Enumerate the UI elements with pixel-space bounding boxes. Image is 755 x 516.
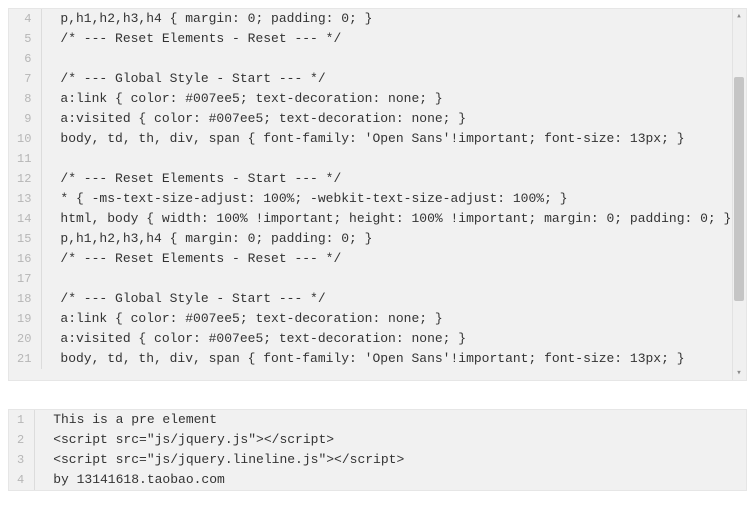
- line-number: 11: [9, 149, 41, 169]
- code-line[interactable]: /* --- Global Style - Start --- */: [42, 69, 746, 89]
- code-line[interactable]: html, body { width: 100% !important; hei…: [42, 209, 746, 229]
- scroll-up-arrow[interactable]: ▴: [732, 9, 746, 23]
- line-number: 2: [9, 430, 34, 450]
- code-line[interactable]: /* --- Global Style - Start --- */: [42, 289, 746, 309]
- code-line[interactable]: <script src="js/jquery.lineline.js"></sc…: [35, 450, 746, 470]
- code-lines[interactable]: p,h1,h2,h3,h4 { margin: 0; padding: 0; }…: [42, 9, 746, 369]
- line-number: 5: [9, 29, 41, 49]
- code-line[interactable]: * { -ms-text-size-adjust: 100%; -webkit-…: [42, 189, 746, 209]
- code-line[interactable]: body, td, th, div, span { font-family: '…: [42, 349, 746, 369]
- code-line[interactable]: a:link { color: #007ee5; text-decoration…: [42, 89, 746, 109]
- line-number: 20: [9, 329, 41, 349]
- line-number: 7: [9, 69, 41, 89]
- code-line[interactable]: This is a pre element: [35, 410, 746, 430]
- scroll-down-arrow[interactable]: ▾: [732, 366, 746, 380]
- line-number: 6: [9, 49, 41, 69]
- code-line[interactable]: [42, 49, 746, 69]
- code-line[interactable]: /* --- Reset Elements - Start --- */: [42, 169, 746, 189]
- code-line[interactable]: body, td, th, div, span { font-family: '…: [42, 129, 746, 149]
- code-line[interactable]: <script src="js/jquery.js"></script>: [35, 430, 746, 450]
- code-line[interactable]: /* --- Reset Elements - Reset --- */: [42, 29, 746, 49]
- line-number: 10: [9, 129, 41, 149]
- code-block-pre: 1234 This is a pre element<script src="j…: [8, 409, 747, 491]
- code-lines[interactable]: This is a pre element<script src="js/jqu…: [35, 410, 746, 490]
- code-content: 1234 This is a pre element<script src="j…: [9, 410, 746, 490]
- code-line[interactable]: p,h1,h2,h3,h4 { margin: 0; padding: 0; }: [42, 229, 746, 249]
- code-line[interactable]: p,h1,h2,h3,h4 { margin: 0; padding: 0; }: [42, 9, 746, 29]
- code-content: 456789101112131415161718192021 p,h1,h2,h…: [9, 9, 746, 369]
- line-number: 3: [9, 450, 34, 470]
- line-number: 9: [9, 109, 41, 129]
- line-number: 19: [9, 309, 41, 329]
- line-number: 13: [9, 189, 41, 209]
- line-number: 12: [9, 169, 41, 189]
- scrollbar-thumb[interactable]: [734, 77, 744, 301]
- line-number: 14: [9, 209, 41, 229]
- line-number: 21: [9, 349, 41, 369]
- line-number: 1: [9, 410, 34, 430]
- line-number-gutter: 1234: [9, 410, 34, 490]
- line-number: 8: [9, 89, 41, 109]
- vertical-scrollbar[interactable]: ▴ ▾: [732, 9, 746, 380]
- code-line[interactable]: by 13141618.taobao.com: [35, 470, 746, 490]
- line-number: 4: [9, 470, 34, 490]
- code-line[interactable]: a:visited { color: #007ee5; text-decorat…: [42, 329, 746, 349]
- line-number: 15: [9, 229, 41, 249]
- code-line[interactable]: [42, 269, 746, 289]
- code-line[interactable]: /* --- Reset Elements - Reset --- */: [42, 249, 746, 269]
- line-number: 16: [9, 249, 41, 269]
- line-number: 18: [9, 289, 41, 309]
- line-number: 4: [9, 9, 41, 29]
- code-line[interactable]: a:visited { color: #007ee5; text-decorat…: [42, 109, 746, 129]
- line-number: 17: [9, 269, 41, 289]
- code-line[interactable]: a:link { color: #007ee5; text-decoration…: [42, 309, 746, 329]
- line-number-gutter: 456789101112131415161718192021: [9, 9, 41, 369]
- code-block-css: 456789101112131415161718192021 p,h1,h2,h…: [8, 8, 747, 381]
- code-line[interactable]: [42, 149, 746, 169]
